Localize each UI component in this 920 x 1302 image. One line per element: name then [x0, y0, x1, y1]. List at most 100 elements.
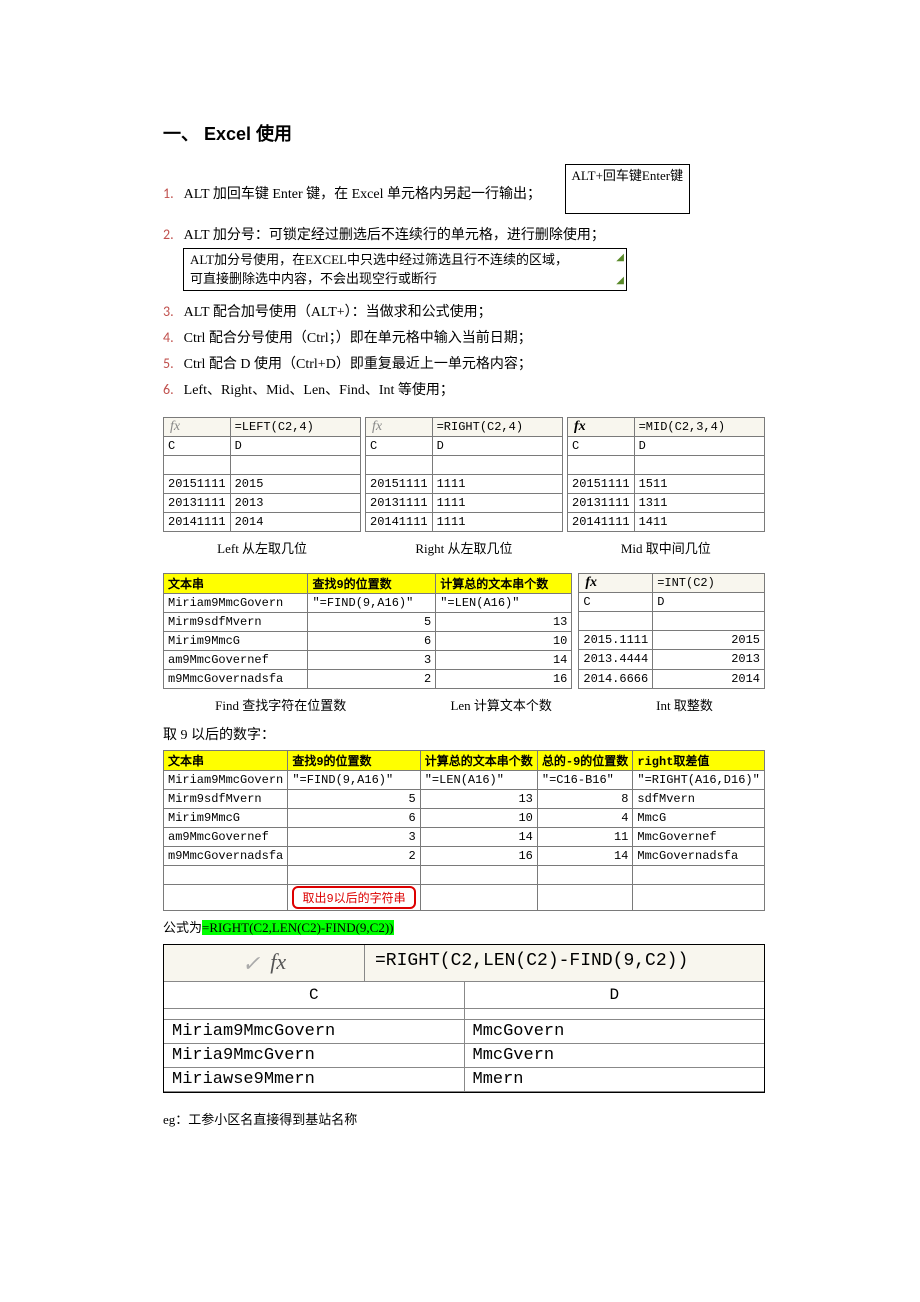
cell: 13	[420, 789, 537, 808]
fx-icon: fx	[168, 419, 182, 435]
formula-label: 公式为	[163, 920, 202, 935]
cell: MmcGvern	[465, 1044, 765, 1068]
cell: 13	[436, 612, 572, 631]
hdr: 计算总的文本串个数	[420, 750, 537, 770]
cell: 2	[308, 669, 436, 688]
cell: sdfMvern	[633, 789, 765, 808]
cell: Mmern	[465, 1068, 765, 1092]
cell-formula: "=FIND(9,A16)"	[308, 593, 436, 612]
hdr-len: 计算总的文本串个数	[436, 573, 572, 593]
col-d: D	[653, 592, 765, 611]
box2b: 可直接删除选中内容，不会出现空行或断行	[190, 271, 437, 286]
cell: 20141111	[164, 512, 231, 531]
cell: 20141111	[568, 512, 635, 531]
hdr-find: 查找9的位置数	[308, 573, 436, 593]
caption: Right 从左取几位	[415, 538, 512, 557]
cell: 20141111	[366, 512, 433, 531]
cell: 2013	[230, 493, 360, 512]
col-d: D	[465, 982, 765, 1009]
cell: Mirim9MmcG	[164, 631, 308, 650]
check-icon: ✓	[242, 951, 260, 977]
tip-num: 1.	[163, 185, 174, 202]
cell: 1411	[634, 512, 764, 531]
tip-num: 2.	[163, 226, 174, 243]
tip-num: 5.	[163, 355, 174, 372]
formula: =INT(C2)	[653, 573, 765, 592]
cell: 2014	[653, 669, 765, 688]
caption-row-1: Left 从左取几位 Right 从左取几位 Mid 取中间几位	[163, 538, 765, 557]
cell: 2015	[653, 631, 765, 650]
caption: Int 取整数	[656, 695, 713, 714]
cell: Miriawse9Mmern	[164, 1068, 465, 1092]
caption-row-2: Find 查找字符在位置数 Len 计算文本个数 Int 取整数	[163, 695, 765, 714]
box2a: ALT加分号使用，在EXCEL中只选中经过筛选且行不连续的区域，	[190, 252, 568, 267]
cell: 1311	[634, 493, 764, 512]
find-len-table: 文本串 查找9的位置数 计算总的文本串个数 Miriam9MmcGovern "…	[163, 573, 572, 689]
caption: Left 从左取几位	[217, 538, 307, 557]
cell: 2014.6666	[579, 669, 653, 688]
col-d: D	[230, 436, 360, 455]
cell: 2013	[653, 650, 765, 669]
tips-list: 1.ALT 加回车键 Enter 键，在 Excel 单元格内另起一行输出； A…	[163, 162, 765, 401]
left-table: fx=LEFT(C2,4) CD 201511112015 2013111120…	[163, 417, 361, 532]
cell: 6	[288, 808, 420, 827]
cell: Miria9MmcGvern	[164, 1044, 465, 1068]
box1-text: ALT+回车键Enter键	[572, 168, 684, 183]
cell: 3	[308, 650, 436, 669]
formula: =LEFT(C2,4)	[230, 417, 360, 436]
page-heading: 一、 Excel 使用	[163, 120, 765, 146]
cell: 20151111	[568, 474, 635, 493]
cell: m9MmcGovernadsfa	[164, 846, 288, 865]
cell: "=RIGHT(A16,D16)"	[633, 770, 765, 789]
hdr-text: 文本串	[164, 573, 308, 593]
fx-icon: fx	[583, 575, 599, 591]
cell: am9MmcGovernef	[164, 650, 308, 669]
three-tables: fx=LEFT(C2,4) CD 201511112015 2013111120…	[163, 411, 765, 534]
cell: Mirm9sdfMvern	[164, 612, 308, 631]
cell: 20131111	[568, 493, 635, 512]
fx-icon: fx	[370, 419, 384, 435]
cell: 8	[537, 789, 633, 808]
fx-icon: fx	[270, 949, 286, 974]
cell: "=LEN(A16)"	[420, 770, 537, 789]
formula: =MID(C2,3,4)	[634, 417, 764, 436]
cell: 1111	[432, 474, 562, 493]
right-table: fx=RIGHT(C2,4) CD 201511111111 201311111…	[365, 417, 563, 532]
hdr: 文本串	[164, 750, 288, 770]
formula: =RIGHT(C2,4)	[432, 417, 562, 436]
cell: 5	[288, 789, 420, 808]
cell: 6	[308, 631, 436, 650]
cell: 14	[436, 650, 572, 669]
col-c: C	[579, 592, 653, 611]
cell: Miriam9MmcGovern	[164, 1020, 465, 1044]
tip-text: ALT 加分号：可锁定经过删选后不连续行的单元格，进行删除使用；	[184, 228, 605, 243]
cell: 16	[436, 669, 572, 688]
cell: "=FIND(9,A16)"	[288, 770, 420, 789]
cell: 2	[288, 846, 420, 865]
cell: Mirm9sdfMvern	[164, 789, 288, 808]
hdr: 查找9的位置数	[288, 750, 420, 770]
cell: MmcGovernadsfa	[633, 846, 765, 865]
caption: Find 查找字符在位置数	[215, 695, 346, 714]
cell: Miriam9MmcGovern	[164, 770, 288, 789]
fx-icon: fx	[572, 419, 588, 435]
tip-text: Left、Right、Mid、Len、Find、Int 等使用；	[184, 383, 454, 398]
tip-num: 6.	[163, 381, 174, 398]
tip-text: Ctrl 配合分号使用（Ctrl；）即在单元格中输入当前日期；	[184, 331, 532, 346]
cell-formula: "=LEN(A16)"	[436, 593, 572, 612]
caption: Len 计算文本个数	[450, 695, 551, 714]
cell: 2015.1111	[579, 631, 653, 650]
cell: am9MmcGovernef	[164, 827, 288, 846]
cell: 10	[420, 808, 537, 827]
caption: Mid 取中间几位	[621, 538, 711, 557]
cell: 20151111	[164, 474, 231, 493]
cell: m9MmcGovernadsfa	[164, 669, 308, 688]
big-formula-panel: ✓fx =RIGHT(C2,LEN(C2)-FIND(9,C2)) C D Mi…	[163, 944, 765, 1093]
int-table: fx=INT(C2) CD 2015.11112015 2013.4444201…	[578, 573, 765, 689]
hdr: 总的-9的位置数	[537, 750, 633, 770]
cell: 14	[537, 846, 633, 865]
big-formula-text: =RIGHT(C2,LEN(C2)-FIND(9,C2))	[365, 945, 764, 981]
cell: MmcGovernef	[633, 827, 765, 846]
cell: "=C16-B16"	[537, 770, 633, 789]
cell: MmcG	[633, 808, 765, 827]
